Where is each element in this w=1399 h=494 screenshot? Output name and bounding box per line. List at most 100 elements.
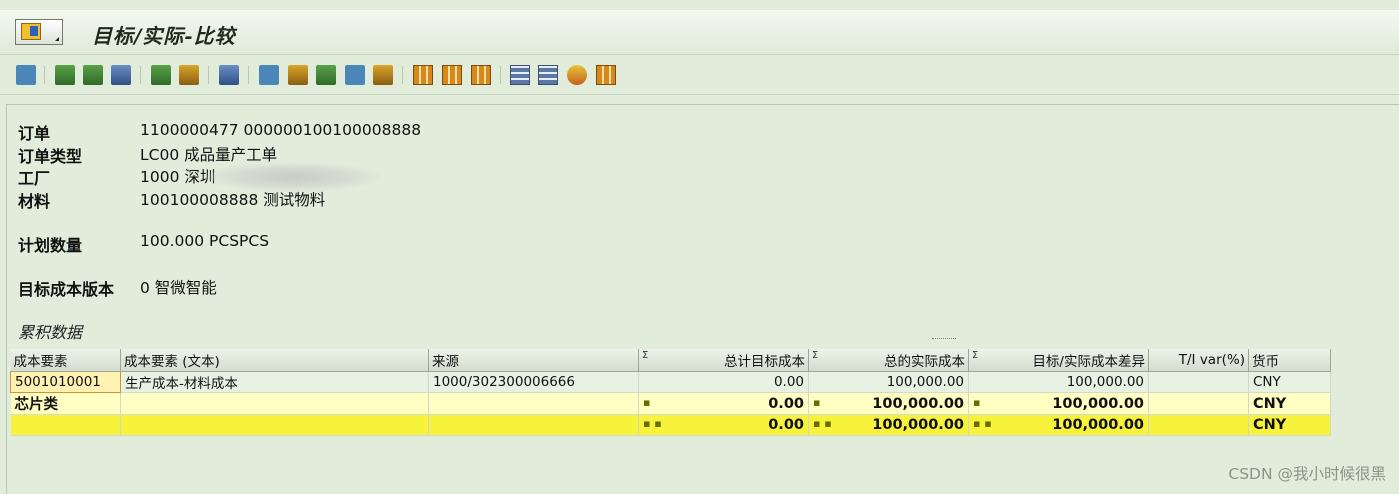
- subtotal-total-target-value: 0.00: [768, 395, 804, 412]
- toolbar-separator: [402, 66, 403, 84]
- order-type-label: 订单类型: [18, 147, 83, 166]
- order-value: 1100000477 000000100100008888: [140, 121, 422, 139]
- sum-icon[interactable]: [151, 65, 171, 85]
- toolbar-separator: [208, 66, 209, 84]
- col-cost-element-text[interactable]: 成本要素 (文本): [120, 349, 429, 372]
- total-marker: ▪ ▪: [643, 417, 662, 430]
- col-currency[interactable]: 货币: [1248, 349, 1331, 372]
- subtotal-icon[interactable]: [179, 65, 199, 85]
- col-total-target-label: 总计目标成本: [724, 354, 805, 370]
- toolbar-separator: [500, 66, 501, 84]
- subtotal-variance-value: 100,000.00: [1052, 395, 1144, 412]
- subtotal-currency: CNY: [1248, 392, 1331, 415]
- empty-cell: [428, 414, 639, 436]
- sort-descending-icon[interactable]: [83, 65, 103, 85]
- material-value: 100100008888 测试物料: [140, 191, 326, 209]
- cell-total-target[interactable]: 0.00: [638, 371, 809, 393]
- graphic-icon[interactable]: [316, 65, 336, 85]
- sort-ascending-icon[interactable]: [55, 65, 75, 85]
- cost-grid: 成本要素 成本要素 (文本) 来源 Σ 总计目标成本 Σ 总的实际成本 Σ 目标/实际…: [10, 349, 1336, 436]
- empty-cell: [428, 392, 639, 415]
- col-total-actual-label: 总的实际成本: [884, 354, 965, 370]
- views-icon[interactable]: [288, 65, 308, 85]
- col-ti-var[interactable]: T/I var(%): [1148, 349, 1249, 372]
- layout-insert-icon[interactable]: [442, 65, 462, 85]
- subtotal-marker: ▪: [973, 395, 981, 409]
- hierarchy-icon[interactable]: [538, 65, 558, 85]
- empty-cell: [1148, 392, 1249, 415]
- toolbar-separator: [140, 66, 141, 84]
- calculation-icon[interactable]: [510, 65, 530, 85]
- subtotal-total-target: ▪ 0.00: [638, 392, 809, 415]
- col-origin[interactable]: 来源: [428, 349, 639, 372]
- col-cost-element[interactable]: 成本要素: [10, 349, 121, 372]
- total-variance-value: 100,000.00: [1052, 417, 1144, 433]
- content-area: 订单 1100000477 000000100100008888 订单类型 LC…: [6, 104, 1399, 494]
- page-title: 目标/实际-比较: [92, 24, 236, 48]
- system-menu-button[interactable]: [15, 19, 63, 45]
- empty-cell: [120, 392, 429, 415]
- filter-icon[interactable]: [111, 65, 131, 85]
- col-variance[interactable]: Σ 目标/实际成本差异: [968, 349, 1149, 372]
- total-total-actual-value: 100,000.00: [872, 417, 964, 433]
- total-total-target-value: 0.00: [768, 417, 804, 433]
- subtotal-total-actual: ▪ 100,000.00: [808, 392, 969, 415]
- subtotal-variance: ▪ 100,000.00: [968, 392, 1149, 415]
- section-title: 累积数据: [18, 323, 83, 342]
- table-row[interactable]: 5001010001 生产成本-材料成本 1000/302300006666 0…: [10, 371, 1331, 393]
- abc-analysis-icon[interactable]: [345, 65, 365, 85]
- total-currency: CNY: [1248, 414, 1331, 436]
- plant-label: 工厂: [18, 169, 51, 188]
- sum-icon: Σ: [812, 350, 819, 361]
- total-row[interactable]: ▪ ▪ 0.00 ▪ ▪ 100,000.00 ▪ ▪ 100,000.00 CNY: [10, 414, 1331, 436]
- total-marker: ▪ ▪: [813, 417, 832, 430]
- detail-icon[interactable]: [16, 65, 36, 85]
- total-variance: ▪ ▪ 100,000.00: [968, 414, 1149, 436]
- total-marker: ▪ ▪: [973, 417, 992, 430]
- col-variance-label: 目标/实际成本差异: [1032, 354, 1145, 370]
- order-label: 订单: [18, 124, 51, 143]
- dropdown-corner-icon: [55, 37, 59, 41]
- header-row: 成本要素 成本要素 (文本) 来源 Σ 总计目标成本 Σ 总的实际成本 Σ 目标/实际…: [10, 349, 1331, 372]
- info-icon[interactable]: [373, 65, 393, 85]
- toolbar: [0, 56, 1399, 95]
- print-preview-icon[interactable]: [219, 65, 239, 85]
- title-bar: 目标/实际-比较: [0, 10, 1399, 55]
- subtotal-marker: ▪: [643, 395, 651, 409]
- subtotal-row[interactable]: 芯片类 ▪ 0.00 ▪ 100,000.00 ▪ 100,000.00 CNY: [10, 392, 1331, 415]
- col-total-target[interactable]: Σ 总计目标成本: [638, 349, 809, 372]
- subtotal-total-actual-value: 100,000.00: [872, 395, 964, 412]
- splitter-handle[interactable]: [932, 338, 956, 343]
- select-layout-icon[interactable]: [596, 65, 616, 85]
- toolbar-separator: [44, 66, 45, 84]
- col-total-actual[interactable]: Σ 总的实际成本: [808, 349, 969, 372]
- total-total-target: ▪ ▪ 0.00: [638, 414, 809, 436]
- export-icon[interactable]: [259, 65, 279, 85]
- layout-change-icon[interactable]: [471, 65, 491, 85]
- cell-origin[interactable]: 1000/302300006666: [428, 371, 639, 393]
- cell-variance[interactable]: 100,000.00: [968, 371, 1149, 393]
- subtotal-marker: ▪: [813, 395, 821, 409]
- target-version-value: 0 智微智能: [140, 279, 217, 297]
- target-version-label: 目标成本版本: [18, 280, 115, 299]
- planned-quantity-value: 100.000 PCSPCS: [140, 232, 270, 250]
- material-label: 材料: [18, 192, 51, 211]
- empty-cell: [10, 414, 121, 436]
- cell-currency[interactable]: CNY: [1248, 371, 1331, 393]
- cell-total-actual[interactable]: 100,000.00: [808, 371, 969, 393]
- cell-cost-element[interactable]: 5001010001: [10, 371, 121, 393]
- menu-icon: [21, 23, 41, 40]
- planned-quantity-label: 计划数量: [18, 236, 83, 255]
- empty-cell: [120, 414, 429, 436]
- watermark: CSDN @我小时候很黑: [1228, 465, 1386, 483]
- empty-cell: [1148, 414, 1249, 436]
- cell-ti-var[interactable]: [1148, 371, 1249, 393]
- sum-icon: Σ: [642, 350, 649, 361]
- toolbar-separator: [248, 66, 249, 84]
- layout-grid-icon[interactable]: [413, 65, 433, 85]
- cost-table: 成本要素 成本要素 (文本) 来源 Σ 总计目标成本 Σ 总的实际成本 Σ 目标/实际…: [10, 349, 1331, 436]
- cell-cost-element-text[interactable]: 生产成本-材料成本: [120, 371, 429, 393]
- refresh-icon[interactable]: [567, 65, 587, 85]
- sum-icon: Σ: [972, 350, 979, 361]
- subtotal-label: 芯片类: [10, 392, 121, 415]
